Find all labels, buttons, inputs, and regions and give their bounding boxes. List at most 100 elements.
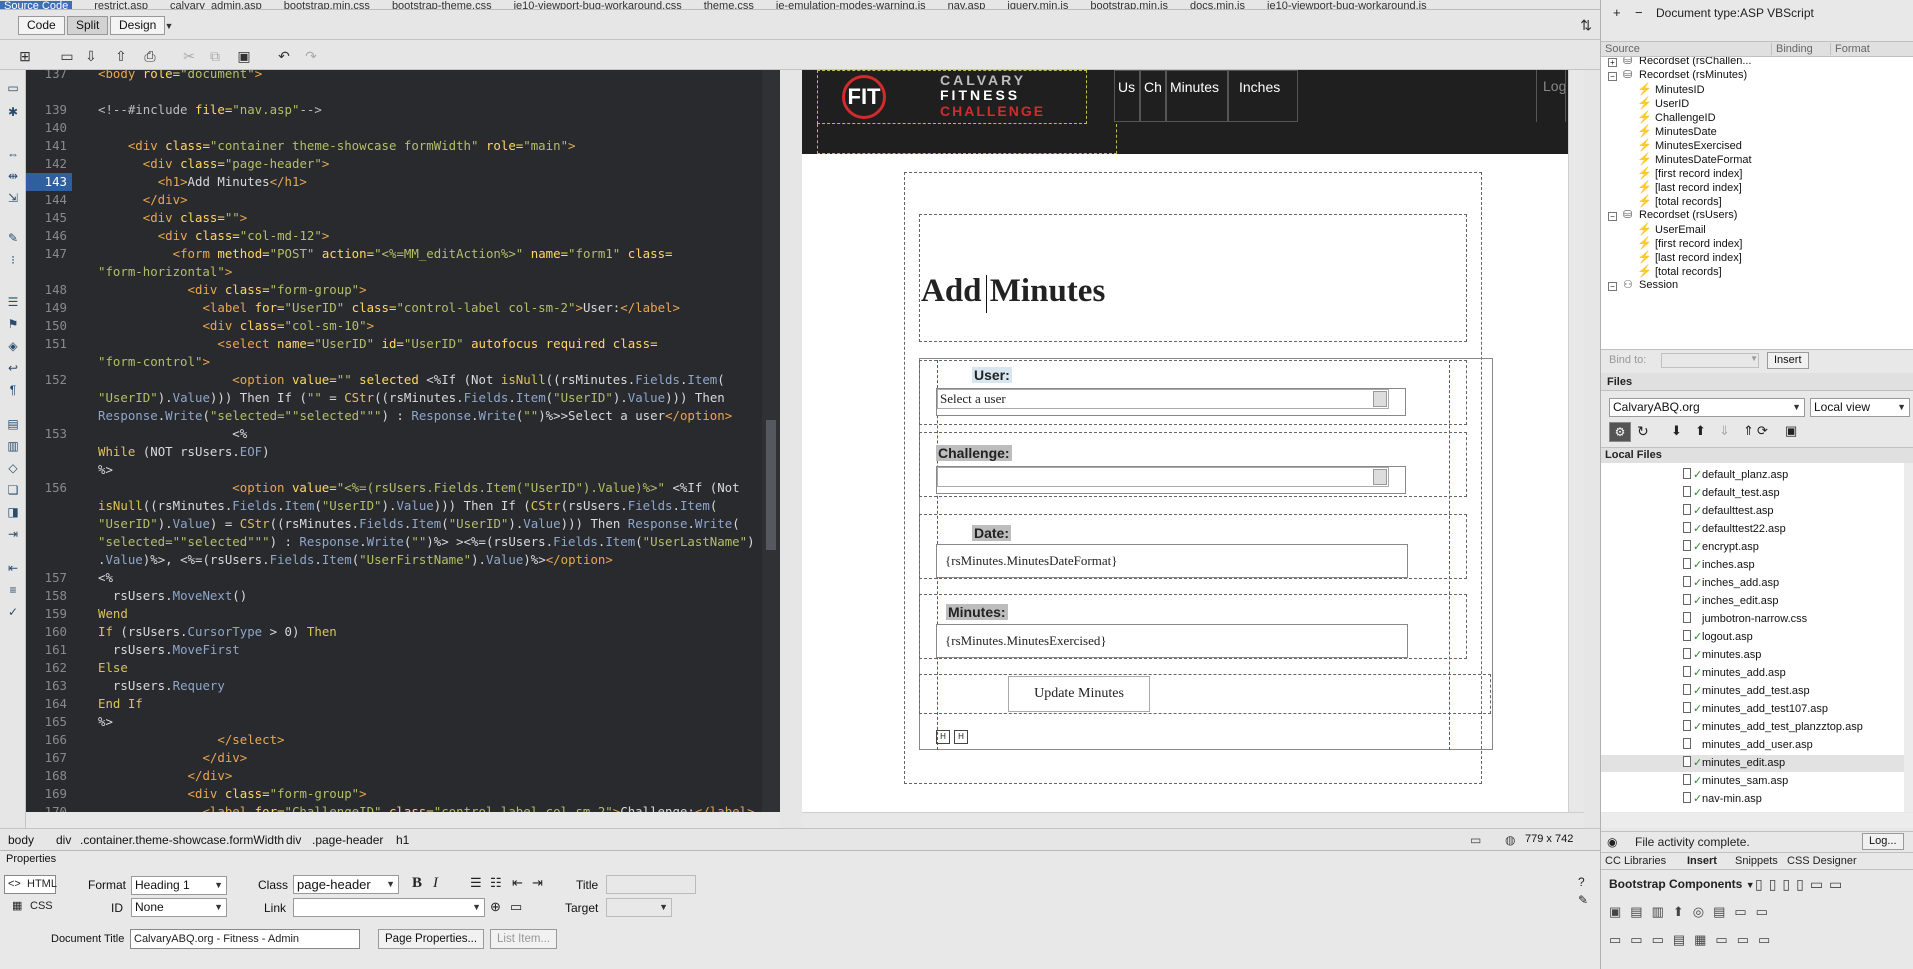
nav-item-users[interactable]: Us xyxy=(1114,70,1140,122)
layout-icons-row[interactable]: ▯▯▯▯▭▭ xyxy=(1755,876,1848,893)
italic-icon[interactable]: I xyxy=(433,875,438,892)
log-button[interactable]: Log... xyxy=(1862,833,1904,850)
expand-all-icon[interactable]: ⇲ xyxy=(5,190,21,206)
code-scrollbar[interactable] xyxy=(762,70,780,812)
collapse-icon[interactable]: − xyxy=(1608,72,1617,81)
word-wrap-icon[interactable]: ↩ xyxy=(5,360,21,376)
remove-binding-icon[interactable]: − xyxy=(1635,5,1643,20)
related-file-tab[interactable]: docs.min.js xyxy=(1190,1,1245,10)
binding-item[interactable]: ⚡ [last record index] xyxy=(1601,250,1913,264)
document-title-input[interactable]: CalvaryABQ.org - Fitness - Admin xyxy=(130,929,360,949)
show-code-navigator-icon[interactable]: ✱ xyxy=(5,104,21,120)
target-select[interactable]: ▼ xyxy=(606,898,672,917)
synchronize-icon[interactable]: ⟳ xyxy=(1757,423,1768,439)
format-source-icon[interactable]: ≡ xyxy=(5,582,21,598)
file-item[interactable]: ✓default_planz.asp xyxy=(1601,467,1904,484)
view-dropdown-icon[interactable]: ▼ xyxy=(161,18,177,34)
nav-item-minutes[interactable]: Minutes xyxy=(1166,70,1228,122)
binding-item[interactable]: ⚡ [first record index] xyxy=(1601,236,1913,250)
window-size[interactable]: 779 x 742 xyxy=(1525,833,1573,845)
related-file-tab[interactable]: jquery.min.js xyxy=(1007,1,1068,10)
file-item[interactable]: ✓minutes_edit.asp xyxy=(1601,755,1904,772)
file-item[interactable]: jumbotron-narrow.css xyxy=(1601,611,1904,628)
file-item[interactable]: ✓defaulttest22.asp xyxy=(1601,521,1904,538)
binding-item[interactable]: ⚡ MinutesExercised xyxy=(1601,138,1913,152)
globe-icon[interactable]: ◍ xyxy=(1505,833,1515,847)
point-to-file-icon[interactable]: ⊕ xyxy=(490,899,501,915)
put-files-icon[interactable]: ⇧ xyxy=(112,47,130,65)
refresh-icon[interactable]: ↻ xyxy=(1637,423,1649,440)
code-lines[interactable]: <body role="document"> <!--#include file… xyxy=(72,70,760,812)
bindings-tree[interactable]: + ⛁ Recordset (rsChallen... − ⛁ Recordset (rs… xyxy=(1601,57,1913,349)
binding-item[interactable]: ⚡ [total records] xyxy=(1601,194,1913,208)
recent-snippets-icon[interactable]: ❏ xyxy=(5,482,21,498)
open-icon[interactable]: ▭ xyxy=(58,47,76,65)
help-icon[interactable]: ? xyxy=(1578,875,1585,889)
file-item[interactable]: ✓inches.asp xyxy=(1601,557,1904,574)
file-item[interactable]: ✓minutes_add_test_planzztop.asp xyxy=(1601,719,1904,736)
file-item[interactable]: ✓minutes_add_test.asp xyxy=(1601,683,1904,700)
screen-size-icon[interactable]: ▭ xyxy=(1470,833,1481,847)
collapse-icon[interactable]: − xyxy=(1608,282,1617,291)
related-file-tab[interactable]: bootstrap.min.css xyxy=(284,1,370,10)
file-item[interactable]: ✓minutes_sam.asp xyxy=(1601,773,1904,790)
connect-icon[interactable]: ⚙ xyxy=(1609,422,1631,442)
update-minutes-button[interactable]: Update Minutes xyxy=(1008,676,1150,712)
browse-folder-icon[interactable]: ▭ xyxy=(510,899,522,915)
related-file-tab[interactable]: nav.asp xyxy=(948,1,986,10)
validate-icon[interactable]: ✓ xyxy=(5,604,21,620)
collapse-tag-icon[interactable]: ⇔ xyxy=(5,146,21,162)
outdent-icon[interactable]: ⇤ xyxy=(512,875,523,891)
apply-comment-icon[interactable]: ▤ xyxy=(5,416,21,432)
panel-tab[interactable]: Insert xyxy=(1687,855,1717,867)
design-horizontal-scrollbar[interactable] xyxy=(802,812,1584,828)
code-horizontal-scrollbar[interactable] xyxy=(26,812,780,828)
unordered-list-icon[interactable]: ☰ xyxy=(470,875,482,891)
panel-tab[interactable]: CC Libraries xyxy=(1605,855,1666,867)
files-horizontal-scrollbar[interactable] xyxy=(1601,813,1913,828)
file-item[interactable]: ✓nav-min.asp xyxy=(1601,791,1904,808)
list-item-button[interactable]: List Item... xyxy=(490,929,558,949)
minutes-input[interactable]: {rsMinutes.MinutesExercised} xyxy=(936,624,1408,658)
binding-item[interactable]: ⚡ MinutesDateFormat xyxy=(1601,152,1913,166)
print-icon[interactable]: ⎙ xyxy=(141,47,159,65)
file-item[interactable]: ✓default_test.asp xyxy=(1601,485,1904,502)
expand-icon[interactable]: + xyxy=(1608,58,1617,67)
sort-icon[interactable]: ⇅ xyxy=(1580,17,1592,34)
tag-div[interactable]: div xyxy=(286,833,301,847)
syntax-coloring-icon[interactable]: ◈ xyxy=(5,338,21,354)
quick-tag-editor-icon[interactable]: ✎ xyxy=(1578,893,1588,907)
binding-item[interactable]: − ⛁ Recordset (rsMinutes) xyxy=(1601,68,1913,82)
indent-code-icon[interactable]: ⇥ xyxy=(5,526,21,542)
file-item[interactable]: minutes_add_user.asp xyxy=(1601,737,1904,754)
nav-logout[interactable]: Logo xyxy=(1536,70,1566,122)
binding-item[interactable]: − ⚇ Session xyxy=(1601,278,1913,292)
outdent-code-icon[interactable]: ⇤ xyxy=(5,560,21,576)
file-item[interactable]: ✓logout.asp xyxy=(1601,629,1904,646)
hidden-field-icon[interactable]: H xyxy=(936,730,950,744)
binding-item[interactable]: ⚡ MinutesID xyxy=(1601,82,1913,96)
undo-icon[interactable]: ↶ xyxy=(275,47,293,65)
file-list[interactable]: ✓default_planz.asp ✓default_test.asp ✓defa… xyxy=(1601,463,1904,812)
tag-h1[interactable]: h1 xyxy=(396,833,409,847)
design-vertical-scrollbar[interactable] xyxy=(1568,70,1584,812)
binding-item[interactable]: ⚡ UserID xyxy=(1601,96,1913,110)
redo-icon[interactable]: ↷ xyxy=(302,47,320,65)
get-icon[interactable]: ⬇ xyxy=(1671,423,1682,439)
hidden-characters-icon[interactable]: ¶ xyxy=(5,382,21,398)
binding-item[interactable]: ⚡ [last record index] xyxy=(1601,180,1913,194)
related-file-tab[interactable]: ie10-viewport-bug-workaround.js xyxy=(1267,1,1427,10)
move-css-icon[interactable]: ◨ xyxy=(5,504,21,520)
site-select[interactable]: CalvaryABQ.org ▼ xyxy=(1609,398,1805,417)
binding-item[interactable]: ⚡ [total records] xyxy=(1601,264,1913,278)
binding-item[interactable]: − ⛁ Recordset (rsUsers) xyxy=(1601,208,1913,222)
ordered-list-icon[interactable]: ☷ xyxy=(490,875,502,891)
insert-category[interactable]: Bootstrap Components ▼ xyxy=(1609,877,1755,891)
cut-icon[interactable]: ✂ xyxy=(180,47,198,65)
select-parent-tag-icon[interactable]: ✎ xyxy=(5,230,21,246)
file-item[interactable]: ✓inches_edit.asp xyxy=(1601,593,1904,610)
copy-icon[interactable]: ⧉ xyxy=(206,47,224,65)
challenge-select[interactable] xyxy=(937,467,1389,487)
challenge-select-arrow-icon[interactable] xyxy=(1373,469,1387,485)
nav-item-challenges[interactable]: Ch xyxy=(1140,70,1166,122)
